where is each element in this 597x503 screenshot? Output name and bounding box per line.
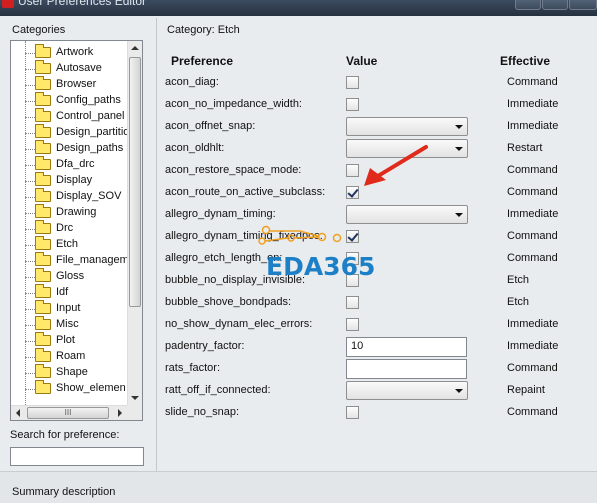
preference-name: acon_no_impedance_width: xyxy=(165,98,302,110)
value-checkbox[interactable] xyxy=(346,252,359,265)
preference-row: acon_oldhlt: Restart xyxy=(0,138,597,160)
value-text-field[interactable]: 10 xyxy=(346,337,467,357)
effective-value: Immediate xyxy=(507,318,559,330)
preference-name: allegro_dynam_timing: xyxy=(165,208,276,220)
preference-row: slide_no_snap: Command xyxy=(0,402,597,424)
preference-name: ratt_off_if_connected: xyxy=(165,384,271,396)
column-header-effective: Effective xyxy=(500,54,551,68)
category-title: Category: Etch xyxy=(167,24,240,36)
preference-name: no_show_dynam_elec_errors: xyxy=(165,318,313,330)
preference-row: allegro_dynam_timing_fixedpos: Command xyxy=(0,226,597,248)
effective-value: Immediate xyxy=(507,208,559,220)
preference-name: acon_offnet_snap: xyxy=(165,120,256,132)
effective-value: Etch xyxy=(507,296,530,308)
preference-name: acon_oldhlt: xyxy=(165,142,225,154)
column-header-preference: Preference xyxy=(171,54,234,68)
tree-connector xyxy=(25,69,35,70)
preference-row: ratt_off_if_connected: Repaint xyxy=(0,380,597,402)
effective-value: Restart xyxy=(507,142,543,154)
value-checkbox[interactable] xyxy=(346,274,359,287)
tree-item-label: Artwork xyxy=(56,46,94,58)
preference-row: bubble_no_display_invisible: Etch xyxy=(0,270,597,292)
effective-value: Immediate xyxy=(507,120,559,132)
preference-row: rats_factor: Command xyxy=(0,358,597,380)
effective-value: Immediate xyxy=(507,340,559,352)
effective-value: Command xyxy=(507,164,558,176)
effective-value: Etch xyxy=(507,274,530,286)
preference-name: allegro_etch_length_on: xyxy=(165,252,283,264)
chevron-down-icon xyxy=(455,125,463,129)
value-checkbox[interactable] xyxy=(346,318,359,331)
value-checkbox[interactable] xyxy=(346,296,359,309)
effective-value: Command xyxy=(507,252,558,264)
chevron-down-icon xyxy=(455,213,463,217)
summary-panel: Summary description xyxy=(0,471,597,503)
tree-item[interactable]: Artwork xyxy=(11,44,127,61)
preference-name: allegro_dynam_timing_fixedpos: xyxy=(165,230,323,242)
tree-connector xyxy=(25,53,35,54)
summary-label: Summary description xyxy=(12,486,116,498)
preference-row: allegro_etch_length_on: Command xyxy=(0,248,597,270)
value-checkbox[interactable] xyxy=(346,164,359,177)
preference-row: padentry_factor: 10 Immediate xyxy=(0,336,597,358)
value-checkbox[interactable] xyxy=(346,230,359,243)
value-checkbox[interactable] xyxy=(346,76,359,89)
effective-value: Command xyxy=(507,406,558,418)
app-icon xyxy=(2,0,14,8)
preference-row: acon_diag: Command xyxy=(0,72,597,94)
effective-value: Repaint xyxy=(507,384,545,396)
preference-name: slide_no_snap: xyxy=(165,406,240,418)
window-title: User Preferences Editor xyxy=(18,0,147,8)
categories-label: Categories xyxy=(12,24,66,36)
effective-value: Immediate xyxy=(507,98,559,110)
effective-value: Command xyxy=(507,362,558,374)
folder-icon xyxy=(35,44,51,58)
preference-row: no_show_dynam_elec_errors: Immediate xyxy=(0,314,597,336)
close-button[interactable] xyxy=(569,0,597,10)
preference-name: rats_factor: xyxy=(165,362,221,374)
preference-row: acon_route_on_active_subclass: Command xyxy=(0,182,597,204)
value-text-field[interactable] xyxy=(346,359,467,379)
preference-name: padentry_factor: xyxy=(165,340,245,352)
effective-value: Command xyxy=(507,186,558,198)
preference-row: bubble_shove_bondpads: Etch xyxy=(0,292,597,314)
preference-row: acon_offnet_snap: Immediate xyxy=(0,116,597,138)
value-dropdown[interactable] xyxy=(346,139,468,158)
value-dropdown[interactable] xyxy=(346,381,468,400)
preference-row: acon_no_impedance_width: Immediate xyxy=(0,94,597,116)
title-bar: User Preferences Editor xyxy=(0,0,597,16)
value-checkbox[interactable] xyxy=(346,406,359,419)
scroll-up-icon[interactable] xyxy=(131,46,139,50)
minimize-button[interactable] xyxy=(515,0,541,10)
effective-value: Command xyxy=(507,76,558,88)
search-label: Search for preference: xyxy=(10,429,120,441)
preference-name: acon_restore_space_mode: xyxy=(165,164,302,176)
search-input[interactable] xyxy=(10,447,144,466)
chevron-down-icon xyxy=(455,389,463,393)
effective-value: Command xyxy=(507,230,558,242)
preference-row: acon_restore_space_mode: Command xyxy=(0,160,597,182)
maximize-button[interactable] xyxy=(542,0,568,10)
chevron-down-icon xyxy=(455,147,463,151)
preference-name: bubble_no_display_invisible: xyxy=(165,274,306,286)
preference-name: acon_route_on_active_subclass: xyxy=(165,186,326,198)
preference-name: bubble_shove_bondpads: xyxy=(165,296,292,308)
value-checkbox[interactable] xyxy=(346,98,359,111)
value-checkbox[interactable] xyxy=(346,186,359,199)
preference-row: allegro_dynam_timing: Immediate xyxy=(0,204,597,226)
preference-name: acon_diag: xyxy=(165,76,219,88)
value-dropdown[interactable] xyxy=(346,117,468,136)
column-header-value: Value xyxy=(346,54,378,68)
value-dropdown[interactable] xyxy=(346,205,468,224)
